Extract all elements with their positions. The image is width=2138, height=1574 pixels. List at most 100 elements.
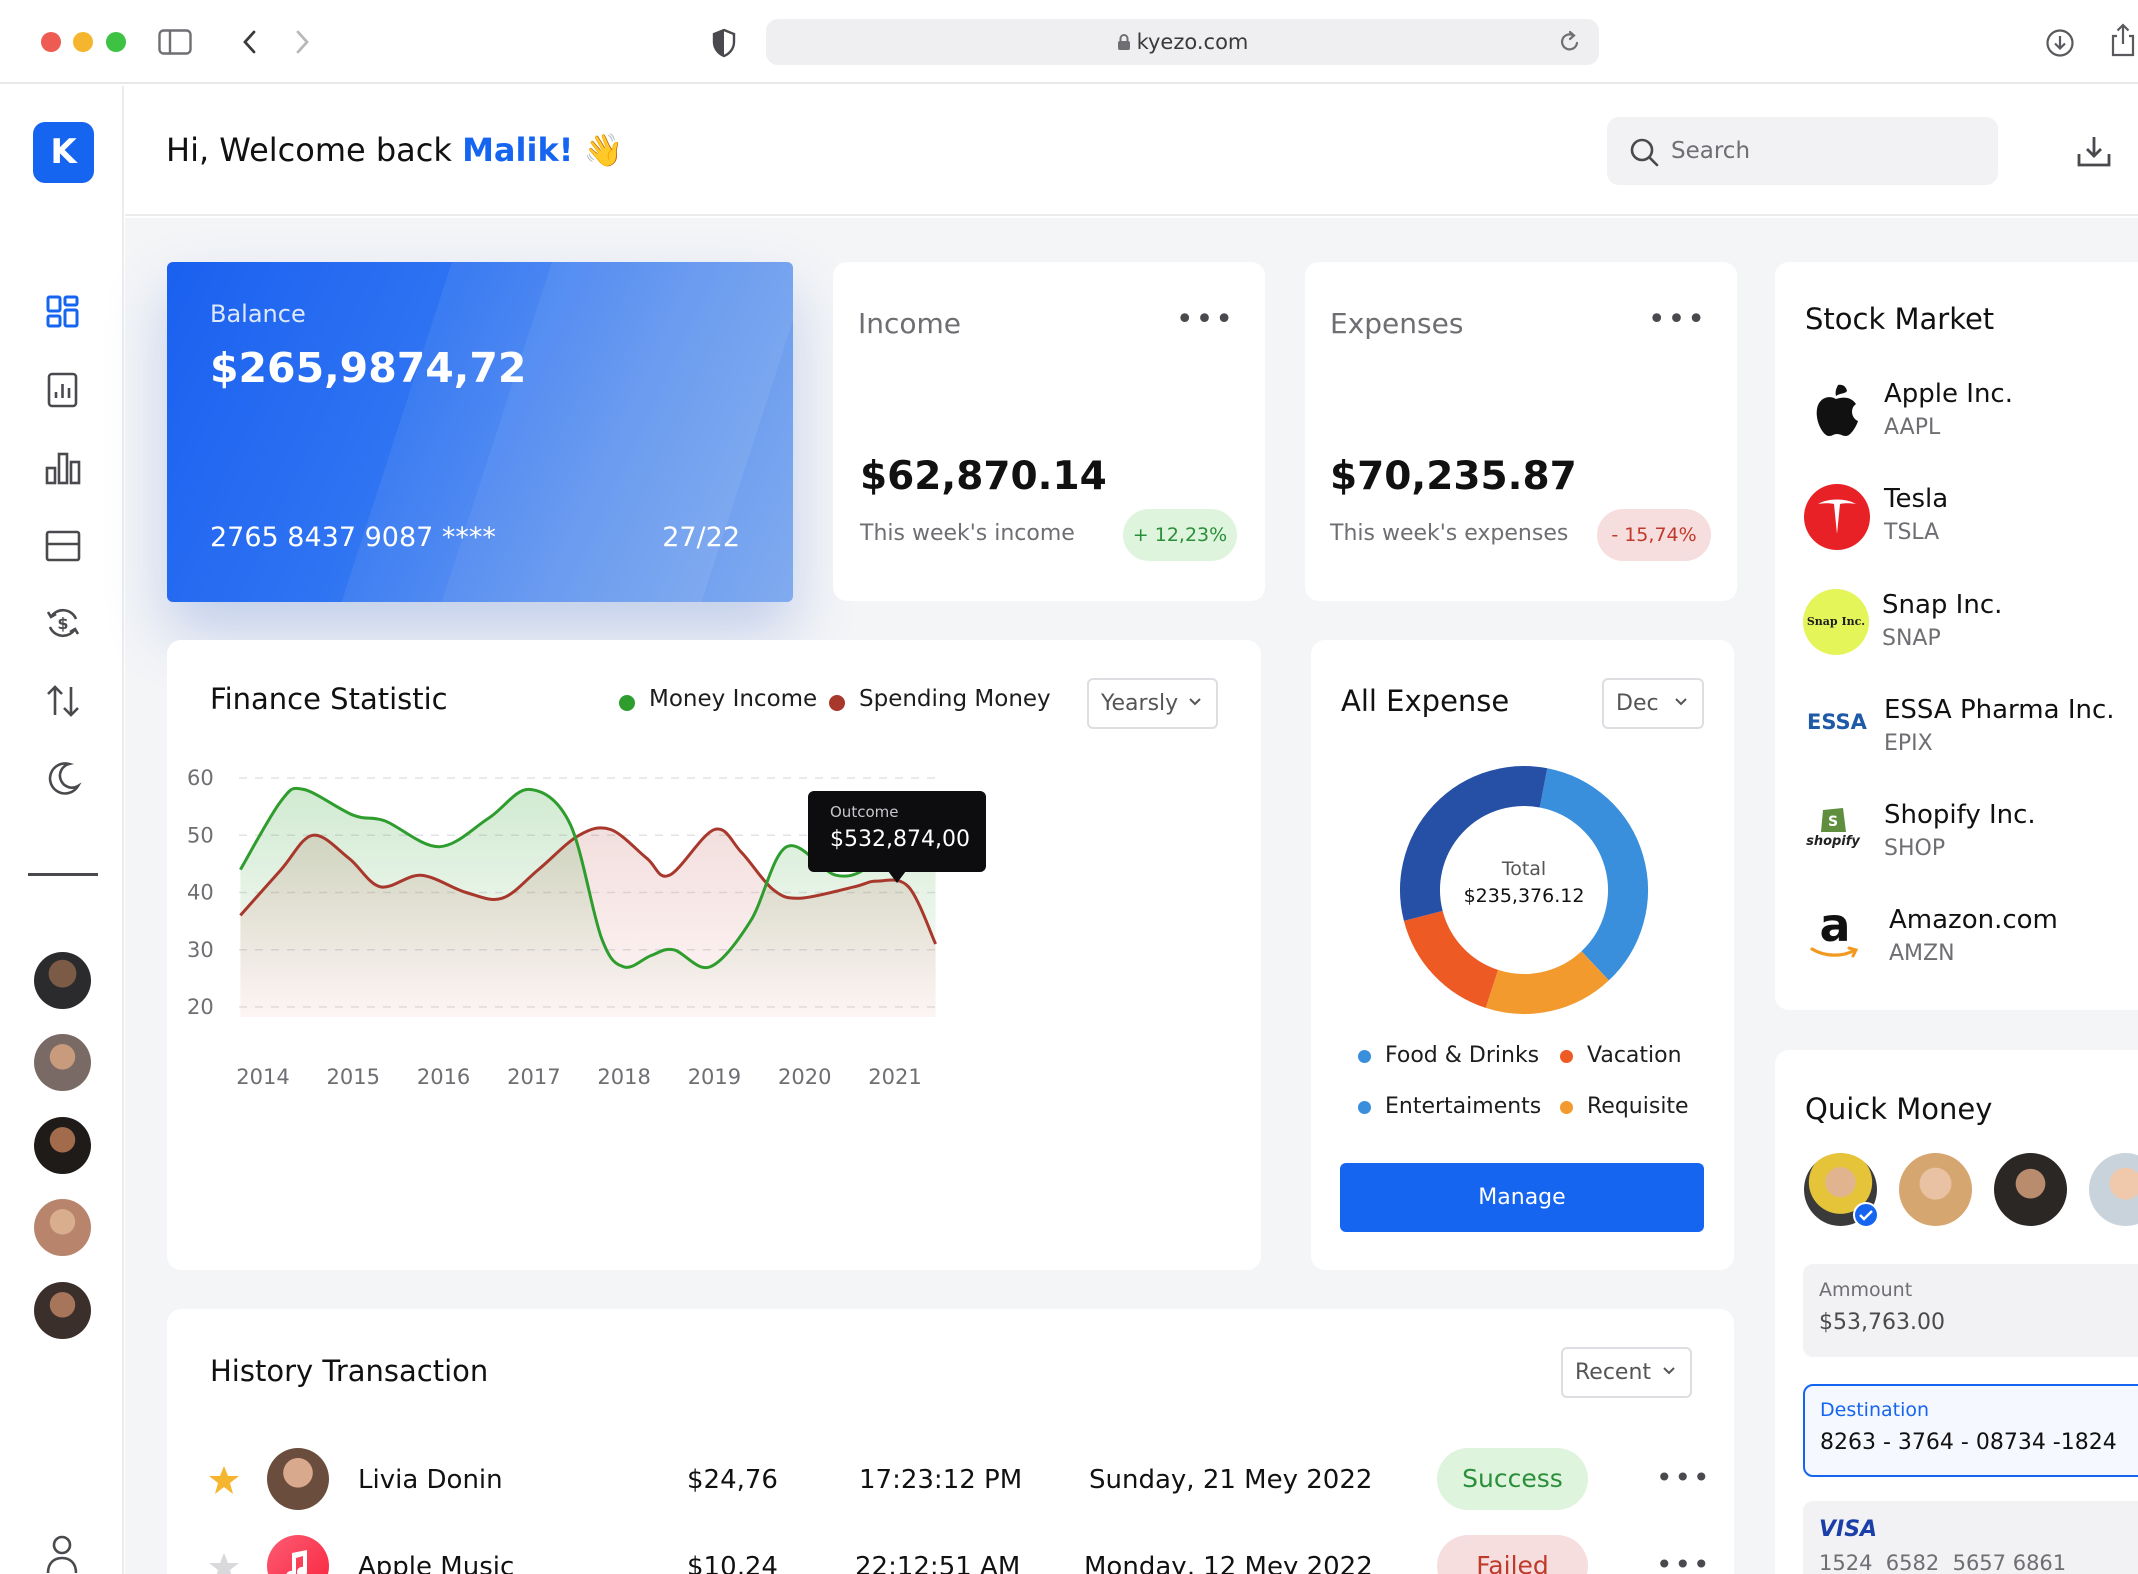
stock-item-amazon[interactable]: Amazon.com AMZN [1889, 905, 2058, 966]
stock-name: ESSA Pharma Inc. [1884, 695, 2115, 725]
requisite-legend-dot [1560, 1101, 1573, 1114]
income-caption: This week's income [860, 521, 1075, 546]
amount-value: $53,763.00 [1819, 1310, 1945, 1335]
recipient-avatar[interactable] [2089, 1153, 2138, 1226]
essa-logo-icon: ESSA [1807, 710, 1867, 734]
close-window-button[interactable] [41, 32, 61, 52]
expenses-title: Expenses [1330, 307, 1464, 340]
x-tick-label: 2021 [868, 1065, 921, 1089]
welcome-greeting: Hi, Welcome back Malik! 👋 [166, 131, 623, 169]
destination-value: 8263 - 3764 - 08734 -1824 [1820, 1430, 2117, 1455]
more-options-icon[interactable]: ••• [1656, 1548, 1712, 1574]
profile-icon[interactable] [45, 1535, 79, 1574]
contact-avatar[interactable] [34, 1199, 91, 1256]
expenses-caption: This week's expenses [1330, 521, 1569, 546]
recipient-avatar[interactable] [1899, 1153, 1972, 1226]
apple-music-icon [267, 1535, 329, 1574]
donut-slice[interactable] [1403, 910, 1499, 1008]
donut-slice[interactable] [1485, 950, 1609, 1014]
more-options-icon[interactable]: ••• [1648, 302, 1707, 337]
search-icon [1630, 138, 1659, 167]
recent-filter-dropdown[interactable]: Recent [1561, 1347, 1692, 1398]
wave-emoji: 👋 [583, 131, 624, 169]
vacation-legend-dot [1560, 1050, 1573, 1063]
amount-field[interactable]: Ammount $53,763.00 [1803, 1264, 2138, 1357]
x-tick-label: 2019 [688, 1065, 741, 1089]
contact-avatar[interactable] [34, 952, 91, 1009]
x-tick-label: 2016 [417, 1065, 470, 1089]
recent-filter-value: Recent [1575, 1360, 1652, 1385]
stock-item-apple[interactable]: Apple Inc. AAPL [1884, 379, 2013, 440]
stock-item-snap[interactable]: Snap Inc. SNAP [1882, 590, 2002, 651]
contact-avatar[interactable] [34, 1282, 91, 1339]
entertaiments-legend-dot [1358, 1101, 1371, 1114]
income-amount: $62,870.14 [860, 454, 1107, 499]
back-arrow-icon[interactable] [240, 29, 260, 55]
tooltip-label: Outcome [830, 803, 899, 821]
contact-avatar[interactable] [34, 1034, 91, 1091]
y-tick-label: 40 [187, 881, 214, 905]
export-download-icon[interactable] [2076, 134, 2112, 168]
status-badge-success: Success [1437, 1448, 1588, 1510]
address-bar[interactable]: kyezo.com [766, 19, 1599, 65]
forward-arrow-icon[interactable] [292, 29, 312, 55]
table-row[interactable]: Apple Music $10,24 22:12:51 AM Monday, 1… [167, 1530, 1734, 1574]
destination-label: Destination [1820, 1399, 1930, 1421]
x-tick-label: 2017 [507, 1065, 560, 1089]
wallet-icon[interactable] [43, 526, 83, 566]
stock-symbol: TSLA [1884, 520, 1940, 545]
stock-name: Tesla [1884, 484, 1949, 514]
shopify-logo-icon: S shopify [1803, 802, 1863, 862]
dashboard-icon[interactable] [43, 292, 83, 332]
table-row[interactable]: Livia Donin $24,76 17:23:12 PM Sunday, 2… [167, 1443, 1734, 1515]
recipient-avatar[interactable] [1994, 1153, 2067, 1226]
amount-label: Ammount [1819, 1279, 1913, 1301]
stock-item-tesla[interactable]: Tesla TSLA [1884, 484, 1948, 545]
app-logo[interactable]: K [33, 122, 94, 183]
income-title: Income [858, 307, 962, 340]
star-filled-icon[interactable] [208, 1465, 240, 1495]
stock-symbol: SHOP [1884, 836, 1946, 861]
minimize-window-button[interactable] [73, 32, 93, 52]
card-number: 2765 8437 9087 **** [210, 522, 496, 553]
stock-symbol: EPIX [1884, 731, 1933, 756]
stock-item-shopify[interactable]: Shopify Inc. SHOP [1884, 800, 2036, 861]
exchange-icon[interactable]: $ [43, 603, 83, 643]
tooltip-pointer [888, 871, 906, 883]
dark-mode-icon[interactable] [43, 759, 83, 799]
privacy-shield-icon[interactable] [711, 28, 737, 58]
manage-button[interactable]: Manage [1340, 1163, 1704, 1232]
x-tick-label: 2014 [236, 1065, 289, 1089]
balance-card[interactable]: Balance $265,9874,72 2765 8437 9087 ****… [167, 262, 793, 602]
chart-tooltip: Outcome $532,874,00 [808, 791, 986, 883]
stock-name: Shopify Inc. [1884, 800, 2036, 830]
url-text: kyezo.com [1136, 30, 1249, 54]
sidebar-toggle-icon[interactable] [158, 29, 192, 55]
transaction-name: Apple Music [358, 1552, 515, 1574]
contact-avatar[interactable] [34, 1117, 91, 1174]
month-filter-dropdown[interactable]: Dec [1602, 678, 1704, 729]
y-tick-label: 30 [187, 938, 214, 962]
all-expense-card: All Expense Dec Total $235,376.12 Food &… [1311, 640, 1734, 1270]
status-badge-failed: Failed [1437, 1535, 1588, 1574]
star-outline-icon[interactable] [208, 1552, 240, 1574]
finance-statistic-card: Finance Statistic Money Income Spending … [167, 640, 1261, 1270]
report-icon[interactable] [43, 370, 83, 410]
download-icon[interactable] [2045, 28, 2075, 58]
bar-chart-icon[interactable] [43, 448, 83, 488]
visa-card-field[interactable]: VISA 1524 6582 5657 6861 [1803, 1501, 2138, 1574]
transaction-date: Sunday, 21 Mey 2022 [1089, 1465, 1373, 1495]
more-options-icon[interactable]: ••• [1176, 302, 1235, 337]
more-options-icon[interactable]: ••• [1656, 1461, 1712, 1494]
donut-total-value: $235,376.12 [1463, 885, 1585, 907]
y-tick-label: 60 [187, 766, 214, 790]
share-icon[interactable] [2108, 22, 2138, 58]
stock-symbol: SNAP [1882, 626, 1941, 651]
destination-field[interactable]: Destination 8263 - 3764 - 08734 -1824 [1803, 1384, 2138, 1477]
zoom-window-button[interactable] [106, 32, 126, 52]
reload-icon[interactable] [1559, 30, 1581, 54]
search-input[interactable]: Search [1607, 117, 1998, 185]
transfer-icon[interactable] [43, 681, 83, 721]
stock-item-essa[interactable]: ESSA Pharma Inc. EPIX [1884, 695, 2115, 756]
history-title: History Transaction [210, 1354, 489, 1388]
